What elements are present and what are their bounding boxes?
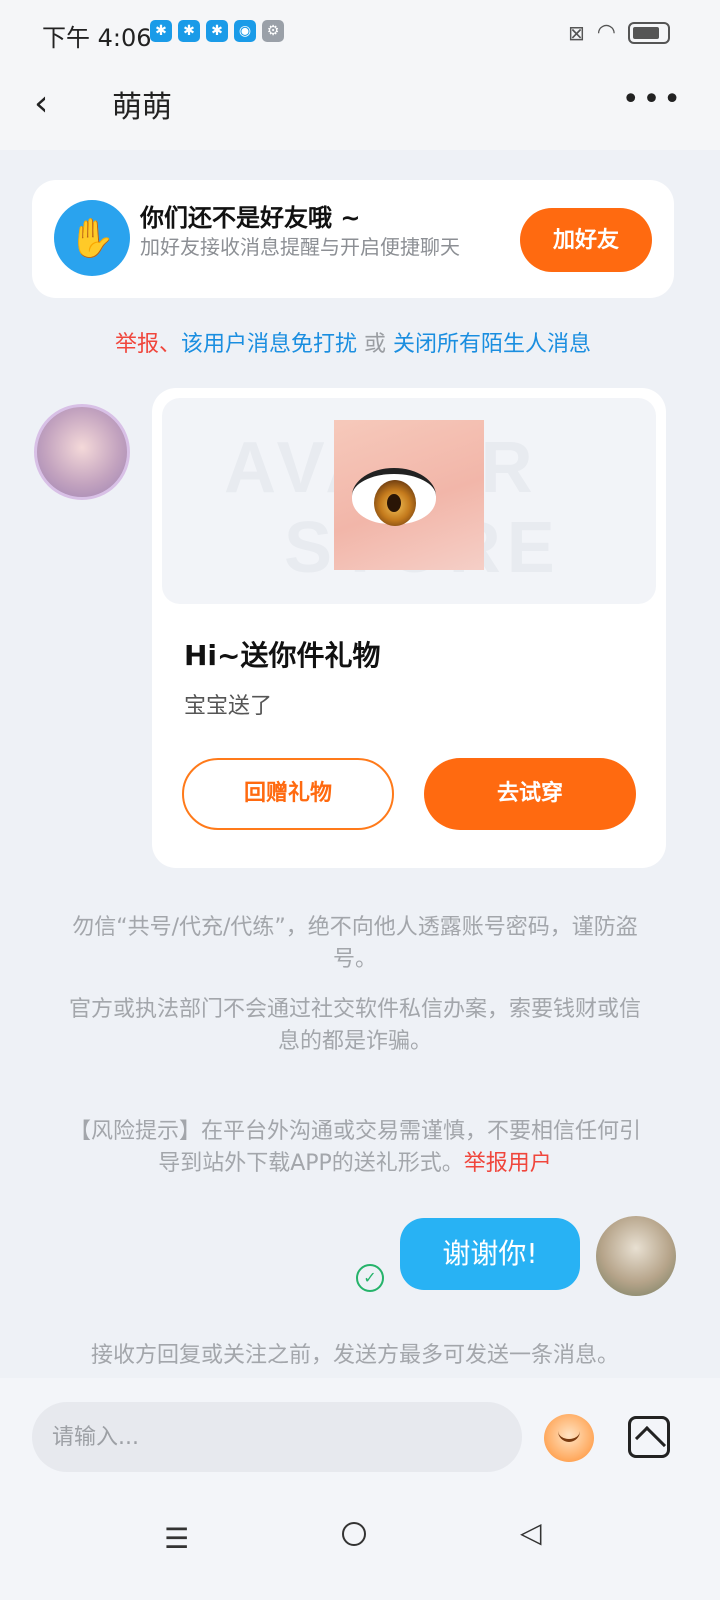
recent-apps-icon[interactable]: ☰ — [164, 1522, 189, 1555]
back-chevron-icon[interactable]: ‹ — [34, 82, 78, 126]
sender-avatar[interactable] — [34, 404, 130, 500]
app-notification-icon: ✱ — [178, 20, 200, 42]
fraud-notice-police: 官方或执法部门不会通过社交软件私信办案，索要钱财或信息的都是诈骗。 — [68, 997, 641, 1054]
app-notification-icon: ✱ — [206, 20, 228, 42]
hand-wave-icon: ✋ — [54, 200, 130, 276]
report-link[interactable]: 举报 — [115, 332, 159, 357]
message-input[interactable] — [32, 1402, 522, 1472]
no-sim-icon: ⊠ — [568, 20, 585, 45]
wifi-icon: ◠ — [596, 20, 616, 45]
chat-screen: 下午 4:06 ✱ ✱ ✱ ◉ ⚙ ⊠ ◠ ‹ 萌萌 ••• ✋ 你们还不是好友… — [0, 0, 720, 1600]
system-back-icon[interactable]: ◁ — [520, 1516, 542, 1549]
not-friend-description: 加好友接收消息提醒与开启便捷聊天 — [140, 235, 460, 259]
gift-item-image[interactable] — [334, 420, 484, 570]
message-limit-notice: 接收方回复或关注之前，发送方最多可发送一条消息。 — [90, 1343, 619, 1368]
gift-banner: AVATAR STORE — [162, 398, 656, 604]
app-notification-icon: ✱ — [150, 20, 172, 42]
status-bar: 下午 4:06 ✱ ✱ ✱ ◉ ⚙ ⊠ ◠ — [0, 0, 720, 64]
settings-notification-icon: ⚙ — [262, 20, 284, 42]
try-on-button[interactable]: 去试穿 — [424, 758, 636, 830]
gift-subtitle: 宝宝送了 — [184, 694, 273, 719]
mascot-mouth — [558, 1430, 580, 1442]
my-avatar[interactable] — [596, 1216, 676, 1296]
home-icon[interactable] — [342, 1522, 366, 1546]
anime-eye-image — [352, 468, 436, 526]
gift-title: Hi~送你件礼物 — [184, 639, 381, 672]
page-title: 萌萌 — [112, 90, 172, 125]
not-friend-title: 你们还不是好友哦 ~ — [140, 204, 361, 232]
pupil — [387, 494, 401, 512]
status-time: 下午 4:06 — [42, 24, 152, 52]
sent-message-bubble[interactable]: 谢谢你! — [400, 1218, 580, 1290]
input-bar — [0, 1378, 720, 1502]
mute-user-link[interactable]: 该用户消息免打扰 — [181, 332, 357, 357]
fraud-notice-account: 勿信“共号/代充/代练”，绝不向他人透露账号密码，谨防盗号。 — [72, 915, 638, 972]
add-friend-button[interactable]: 加好友 — [520, 208, 652, 272]
gift-message-card: AVATAR STORE Hi~送你件礼物 宝宝送了 回赠礼物 去试穿 — [152, 388, 666, 868]
emoji-mascot-icon[interactable] — [544, 1414, 594, 1462]
battery-icon — [628, 21, 670, 44]
system-nav-bar: ☰ ◁ — [0, 1502, 720, 1600]
system-status-icons: ⊠ ◠ — [568, 20, 670, 45]
nav-bar: ‹ 萌萌 ••• — [0, 64, 720, 150]
risk-notice-text: 【风险提示】在平台外沟通或交易需谨慎，不要相信任何引导到站外下载APP的送礼形式… — [68, 1119, 641, 1176]
not-friend-card: ✋ 你们还不是好友哦 ~ 加好友接收消息提醒与开启便捷聊天 加好友 — [32, 180, 674, 298]
or-text: 或 — [357, 332, 394, 357]
qq-notification-icon: ◉ — [234, 20, 256, 42]
close-stranger-messages-link[interactable]: 关闭所有陌生人消息 — [393, 332, 591, 357]
report-options-line: 举报、该用户消息免打扰 或 关闭所有陌生人消息 — [0, 326, 706, 358]
separator-text: 、 — [158, 332, 181, 357]
image-picker-icon[interactable] — [628, 1416, 670, 1458]
notification-icons: ✱ ✱ ✱ ◉ ⚙ — [150, 20, 284, 42]
return-gift-button[interactable]: 回赠礼物 — [182, 758, 394, 830]
report-user-link[interactable]: 举报用户 — [464, 1151, 552, 1176]
sent-check-icon: ✓ — [356, 1264, 384, 1292]
risk-notice: 【风险提示】在平台外沟通或交易需谨慎，不要相信任何引导到站外下载APP的送礼形式… — [60, 1116, 650, 1180]
more-options-icon[interactable]: ••• — [622, 82, 684, 117]
iris — [374, 480, 416, 526]
